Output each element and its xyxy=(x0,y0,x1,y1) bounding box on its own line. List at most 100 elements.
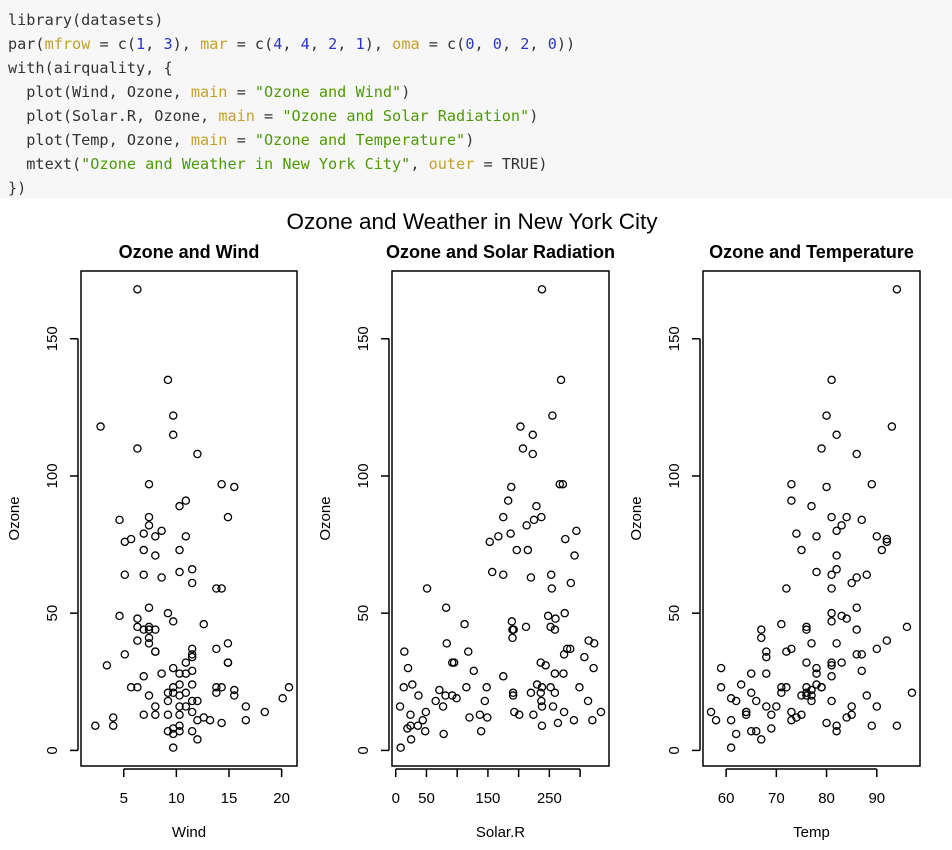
data-point xyxy=(395,702,405,711)
data-point xyxy=(482,683,491,692)
data-point xyxy=(827,617,836,626)
data-point xyxy=(199,619,208,629)
code-token: , xyxy=(337,35,356,53)
data-point xyxy=(168,617,178,626)
data-point xyxy=(537,512,546,522)
data-point xyxy=(435,685,444,695)
data-point xyxy=(193,735,202,744)
data-point xyxy=(438,702,448,711)
code-token: 3 xyxy=(163,35,173,53)
data-point xyxy=(241,702,251,711)
data-point xyxy=(187,726,197,736)
data-point xyxy=(832,639,841,648)
data-point xyxy=(151,647,160,656)
data-point xyxy=(163,710,173,719)
data-point xyxy=(547,584,557,593)
y-tick-label: 100 xyxy=(666,463,683,488)
chart-figure: Ozone and Weather in New York City Ozone… xyxy=(6,209,921,841)
code-token: ) xyxy=(529,107,539,125)
data-point xyxy=(460,619,469,629)
code-token: main xyxy=(218,107,255,125)
panel-title: Ozone and Solar Radiation xyxy=(386,242,615,262)
x-tick-label: 5 xyxy=(120,790,128,807)
code-token: 4 xyxy=(300,35,310,53)
y-axis: 0 50 100 150 xyxy=(44,326,79,755)
panel-title: Ozone and Wind xyxy=(119,242,260,262)
code-token: ) xyxy=(465,131,475,149)
code-token: library(datasets) xyxy=(8,11,164,29)
y-tick-label: 0 xyxy=(44,746,61,754)
data-point xyxy=(193,696,202,706)
data-point xyxy=(175,567,184,577)
data-point xyxy=(144,521,154,530)
data-point xyxy=(529,515,539,525)
data-point xyxy=(787,707,796,717)
code-token: , xyxy=(309,35,329,53)
x-tick-label: 20 xyxy=(273,790,290,807)
data-point xyxy=(431,696,440,706)
code-line: plot(Solar.R, Ozone, main = "Ozone and S… xyxy=(8,104,944,128)
code-token: = c( xyxy=(419,35,466,53)
data-point xyxy=(157,526,166,536)
data-point xyxy=(217,718,226,728)
data-point xyxy=(787,496,796,505)
code-token: oma xyxy=(392,35,420,53)
data-point xyxy=(817,444,826,453)
data-point xyxy=(175,680,184,689)
data-point xyxy=(223,512,233,522)
data-point xyxy=(193,715,202,725)
data-point xyxy=(408,680,417,689)
data-point xyxy=(716,683,726,692)
data-point xyxy=(551,614,560,623)
data-point xyxy=(120,537,130,547)
data-point xyxy=(580,652,589,662)
data-point xyxy=(187,707,197,717)
data-point xyxy=(516,422,525,431)
y-tick-label: 50 xyxy=(44,605,61,622)
data-point xyxy=(572,526,581,536)
data-point xyxy=(842,512,851,522)
data-point xyxy=(569,715,579,725)
data-point xyxy=(115,611,124,621)
data-point xyxy=(812,567,821,577)
y-tick-label: 100 xyxy=(44,463,61,488)
data-point xyxy=(782,584,791,593)
code-token: = TRUE) xyxy=(474,155,548,173)
data-point xyxy=(543,611,553,621)
data-point xyxy=(827,672,836,681)
data-point xyxy=(187,680,197,689)
data-point xyxy=(506,529,515,538)
x-axis: 5 10 15 20 xyxy=(120,768,290,807)
code-token: mar xyxy=(200,35,228,53)
y-tick-label: 100 xyxy=(355,463,372,488)
data-point xyxy=(837,658,846,667)
data-point xyxy=(575,683,584,692)
data-point xyxy=(772,702,781,711)
data-point xyxy=(120,570,130,580)
data-point xyxy=(561,534,570,544)
data-point xyxy=(867,721,877,730)
data-point xyxy=(102,661,112,670)
data-point xyxy=(812,532,821,541)
data-point xyxy=(108,721,118,730)
data-point xyxy=(832,551,841,560)
code-token: 1 xyxy=(136,35,146,53)
data-point xyxy=(892,285,902,294)
x-tick-label: 70 xyxy=(768,790,785,807)
x-tick-label: 90 xyxy=(868,790,885,807)
data-point xyxy=(588,715,597,725)
data-point xyxy=(139,570,148,580)
y-tick-label: 0 xyxy=(355,746,372,754)
data-point xyxy=(589,663,598,673)
data-point xyxy=(163,608,173,618)
data-point xyxy=(518,444,528,453)
data-point xyxy=(193,449,202,459)
data-point xyxy=(151,532,160,541)
data-point xyxy=(483,713,492,722)
data-point xyxy=(181,658,191,667)
data-point xyxy=(566,578,576,588)
data-point xyxy=(499,672,508,681)
data-point xyxy=(528,449,538,459)
data-point xyxy=(217,479,226,489)
code-line: plot(Temp, Ozone, main = "Ozone and Temp… xyxy=(8,128,944,152)
